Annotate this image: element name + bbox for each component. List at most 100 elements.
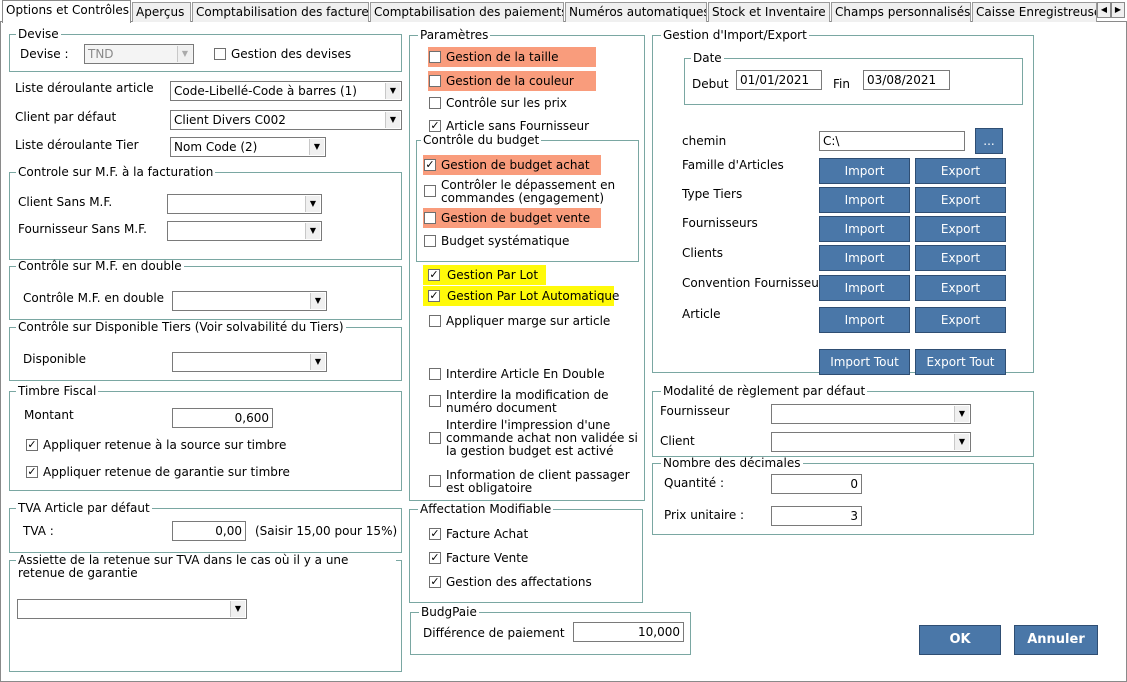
gestion-affectations-checkbox[interactable]: ✓ Gestion des affectations xyxy=(428,573,592,591)
appliquer-marge-checkbox[interactable]: Appliquer marge sur article xyxy=(428,312,610,330)
difference-paiement-input[interactable]: 10,000 xyxy=(573,622,684,642)
retenue-source-checkbox[interactable]: ✓ Appliquer retenue à la source sur timbr… xyxy=(25,436,286,454)
tab-options-controles[interactable]: Options et Contrôles xyxy=(2,0,131,23)
budgpaie-title: BudgPaie xyxy=(419,605,479,619)
tab-comptabilisation-factures[interactable]: Comptabilisation des factures xyxy=(192,2,369,22)
client-defaut-select[interactable]: Client Divers C002 ▼ xyxy=(170,110,402,130)
debut-input[interactable]: 01/01/2021 xyxy=(736,70,822,90)
checkbox-icon xyxy=(429,315,441,327)
gestion-taille-checkbox[interactable]: Gestion de la taille xyxy=(428,47,596,67)
depassement-checkbox[interactable]: Contrôler le dépassement en commandes (e… xyxy=(423,179,633,205)
facture-achat-checkbox[interactable]: ✓ Facture Achat xyxy=(428,525,528,543)
liste-article-select[interactable]: Code-Libellé-Code à barres (1) ▼ xyxy=(170,81,402,101)
import-famille-button[interactable]: Import xyxy=(819,158,910,184)
montant-input[interactable]: 0,600 xyxy=(172,408,273,428)
tab-numeros-automatiques[interactable]: Numéros automatiques xyxy=(565,2,707,22)
tab-champs-personnalises[interactable]: Champs personnalisés xyxy=(831,2,971,22)
fin-input[interactable]: 03/08/2021 xyxy=(863,70,950,90)
import-article-button[interactable]: Import xyxy=(819,307,910,333)
liste-tier-select[interactable]: Nom Code (2) ▼ xyxy=(170,137,326,157)
interdire-impression-checkbox[interactable]: Interdire l'impression d'une commande ac… xyxy=(428,419,640,458)
import-export-title: Gestion d'Import/Export xyxy=(661,28,809,42)
affectation-group: Affectation Modifiable ✓ Facture Achat ✓ F… xyxy=(409,503,643,603)
reglement-fournisseur-select[interactable]: ▼ xyxy=(771,404,971,424)
row-convention-label: Convention Fournisseur xyxy=(682,276,824,290)
info-client-checkbox[interactable]: Information de client passager est oblig… xyxy=(428,469,640,495)
chevron-down-icon: ▼ xyxy=(310,293,325,309)
client-defaut-label: Client par défaut xyxy=(15,110,117,124)
checkbox-icon xyxy=(424,212,436,224)
row-type-tiers-label: Type Tiers xyxy=(682,187,743,201)
quantite-input[interactable]: 0 xyxy=(771,474,862,494)
budgpaie-group: BudgPaie Différence de paiement 10,000 xyxy=(410,606,691,655)
prix-unitaire-label: Prix unitaire : xyxy=(664,508,745,522)
tva-label: TVA : xyxy=(23,524,54,538)
reglement-client-select[interactable]: ▼ xyxy=(771,432,971,452)
tab-comptabilisation-paiements[interactable]: Comptabilisation des paiements xyxy=(370,2,564,22)
client-sans-mf-select[interactable]: ▼ xyxy=(167,194,322,214)
interdire-double-checkbox[interactable]: Interdire Article En Double xyxy=(428,365,605,383)
import-convention-button[interactable]: Import xyxy=(819,275,910,301)
retenue-garantie-checkbox[interactable]: ✓ Appliquer retenue de garantie sur timbr… xyxy=(25,463,290,481)
assiette-select[interactable]: ▼ xyxy=(17,599,247,619)
annuler-button[interactable]: Annuler xyxy=(1014,625,1098,655)
ok-button[interactable]: OK xyxy=(919,625,1001,655)
import-type-tiers-button[interactable]: Import xyxy=(819,187,910,213)
tva-title: TVA Article par défaut xyxy=(16,501,152,515)
row-famille-label: Famille d'Articles xyxy=(682,158,784,172)
budget-systematique-checkbox[interactable]: Budget systématique xyxy=(423,232,569,250)
import-fournisseurs-button[interactable]: Import xyxy=(819,216,910,242)
facture-vente-checkbox[interactable]: ✓ Facture Vente xyxy=(428,549,528,567)
export-convention-button[interactable]: Export xyxy=(915,275,1006,301)
chemin-input[interactable]: C:\ xyxy=(819,131,965,151)
disponible-group: Contrôle sur Disponible Tiers (Voir solv… xyxy=(9,321,402,381)
export-fournisseurs-button[interactable]: Export xyxy=(915,216,1006,242)
checkbox-icon xyxy=(429,395,441,407)
tab-apercus[interactable]: Aperçus xyxy=(132,2,191,22)
tab-stock-inventaire[interactable]: Stock et Inventaire xyxy=(708,2,830,22)
reglement-group: Modalité de règlement par défaut Fournis… xyxy=(652,385,1034,457)
export-famille-button[interactable]: Export xyxy=(915,158,1006,184)
export-clients-button[interactable]: Export xyxy=(915,245,1006,271)
budget-achat-checkbox[interactable]: ✓ Gestion de budget achat xyxy=(423,155,601,175)
budget-group: Contrôle du budget ✓ Gestion de budget ac… xyxy=(416,134,639,262)
mf-double-group: Contrôle sur M.F. en double Contrôle M.F… xyxy=(9,260,402,320)
browse-button[interactable]: ... xyxy=(975,128,1003,154)
quantite-label: Quantité : xyxy=(664,476,724,490)
prix-unitaire-input[interactable]: 3 xyxy=(771,506,862,526)
import-export-group: Gestion d'Import/Export Date Debut 01/01… xyxy=(652,29,1034,375)
tva-input[interactable]: 0,00 xyxy=(172,521,246,541)
import-clients-button[interactable]: Import xyxy=(819,245,910,271)
tab-caisse-enregistreuse[interactable]: Caisse Enregistreuse xyxy=(972,2,1097,22)
export-tout-button[interactable]: Export Tout xyxy=(915,349,1006,375)
affectation-title: Affectation Modifiable xyxy=(418,502,554,516)
disponible-select[interactable]: ▼ xyxy=(172,352,327,372)
gestion-par-lot-auto-checkbox[interactable]: ✓ Gestion Par Lot Automatique xyxy=(423,286,619,306)
checkbox-icon xyxy=(429,75,441,87)
chevron-down-icon: ▼ xyxy=(305,196,320,212)
gestion-couleur-checkbox[interactable]: Gestion de la couleur xyxy=(428,71,596,91)
gestion-par-lot-checkbox[interactable]: ✓ Gestion Par Lot xyxy=(423,265,546,285)
date-title: Date xyxy=(691,51,724,65)
fournisseur-sans-mf-select[interactable]: ▼ xyxy=(167,221,322,241)
tab-scroll-right-icon[interactable]: ▶ xyxy=(1111,2,1125,18)
checkbox-icon xyxy=(429,368,441,380)
devise-label: Devise : xyxy=(20,47,69,61)
client-sans-mf-label: Client Sans M.F. xyxy=(18,195,113,209)
reglement-title: Modalité de règlement par défaut xyxy=(661,384,868,398)
tab-scroll-left-icon[interactable]: ◀ xyxy=(1097,2,1111,18)
tva-group: TVA Article par défaut TVA : 0,00 (Saisi… xyxy=(9,502,402,553)
checkbox-icon: ✓ xyxy=(428,289,440,302)
mf-double-select[interactable]: ▼ xyxy=(172,291,327,311)
chevron-down-icon: ▼ xyxy=(177,46,192,62)
export-article-button[interactable]: Export xyxy=(915,307,1006,333)
budget-vente-checkbox[interactable]: Gestion de budget vente xyxy=(423,208,601,228)
export-type-tiers-button[interactable]: Export xyxy=(915,187,1006,213)
interdire-modif-checkbox[interactable]: Interdire la modification de numéro docu… xyxy=(428,389,640,415)
montant-label: Montant xyxy=(24,408,74,422)
row-article-label: Article xyxy=(682,307,721,321)
import-tout-button[interactable]: Import Tout xyxy=(819,349,910,375)
controle-prix-checkbox[interactable]: Contrôle sur les prix xyxy=(428,94,567,112)
gestion-devises-checkbox[interactable]: Gestion des devises xyxy=(213,45,351,63)
checkbox-icon xyxy=(429,475,441,487)
